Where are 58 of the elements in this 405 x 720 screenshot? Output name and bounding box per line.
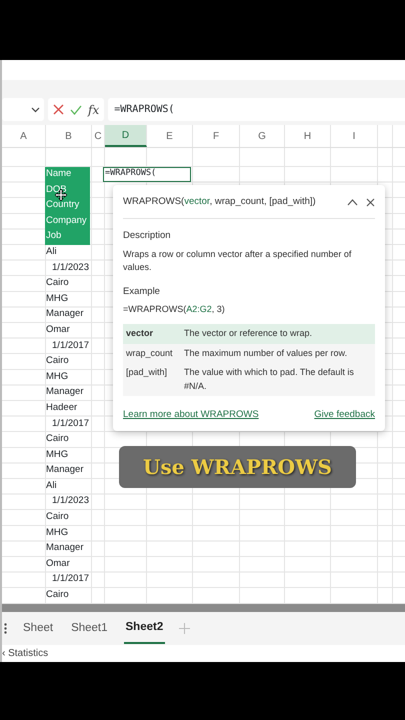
column-header[interactable]: I xyxy=(331,125,378,147)
example-formula: =WRAPROWS(A2:G2, 3) xyxy=(123,302,226,316)
function-signature: WRAPROWS(vector, wrap_count, [pad_with]) xyxy=(123,195,317,209)
sheet-tab[interactable]: Sheet1 xyxy=(69,614,110,644)
more-icon[interactable] xyxy=(4,623,7,634)
column-header[interactable]: E xyxy=(147,125,193,147)
column-header[interactable]: G xyxy=(240,125,285,147)
table-cell-text: 1/1/2023 xyxy=(51,260,90,275)
collapse-icon[interactable] xyxy=(347,198,358,206)
close-icon[interactable] xyxy=(366,198,375,207)
table-cell-text: Omar xyxy=(45,322,71,337)
column-header[interactable]: A xyxy=(2,125,46,147)
table-cell-text: Cairo xyxy=(45,510,70,524)
table-cell-text: 1/1/2017 xyxy=(51,572,90,586)
argument-row: [pad_with] The value with which to pad. The default is #N/A. xyxy=(123,363,375,396)
insert-function-button[interactable]: fx xyxy=(88,100,100,118)
cancel-icon[interactable] xyxy=(53,104,64,115)
sheet-tab[interactable]: Sheet xyxy=(21,614,56,644)
argument-row: vector The vector or reference to wrap. xyxy=(123,324,375,344)
active-cell[interactable]: =WRAPROWS( xyxy=(103,167,191,182)
table-cell-text: MHG xyxy=(45,526,70,540)
column-header[interactable]: H xyxy=(285,125,331,147)
section-heading: Example xyxy=(123,284,161,298)
table-cell-text: Hadeer xyxy=(45,400,78,415)
table-cell-text: MHG xyxy=(45,292,70,306)
link[interactable]: Learn more about WRAPROWS xyxy=(123,408,259,422)
description-text: Wraps a row or column vector after a specified number of values. xyxy=(123,248,352,274)
column-header[interactable]: B xyxy=(46,125,92,147)
table-cell-text: Manager xyxy=(45,541,84,556)
table-cell-text: 1/1/2017 xyxy=(51,416,90,430)
checkmark-icon[interactable] xyxy=(70,104,82,114)
table-cell-text: Manager xyxy=(45,463,84,478)
table-cell-text: Cairo xyxy=(45,432,70,446)
table-cell-text: Manager xyxy=(45,307,84,322)
table-cell-text: Ali xyxy=(45,244,58,259)
column-header[interactable]: D xyxy=(105,125,147,147)
formula-field[interactable]: =WRAPROWS( xyxy=(108,98,405,121)
table-cell-text: 1/1/2017 xyxy=(51,338,90,353)
table-cell-text: Cairo xyxy=(45,354,70,368)
table-cell-text: Cairo xyxy=(45,276,70,290)
table-cell: Country xyxy=(45,198,90,214)
table-cell: Job xyxy=(45,229,90,245)
table-cell-text: Manager xyxy=(45,385,84,400)
scroll-bar[interactable] xyxy=(2,604,405,612)
caption-banner: Use WRAPROWS xyxy=(119,446,356,488)
table-cell-text: Cairo xyxy=(45,588,70,602)
table-cell-text: MHG xyxy=(45,448,70,462)
argument-row: wrap_count The maximum number of values per row. xyxy=(123,344,375,364)
column-header[interactable]: F xyxy=(193,125,240,147)
chevron-down-icon[interactable] xyxy=(31,106,40,112)
table-cell: Name xyxy=(45,167,90,183)
table-cell-text: Omar xyxy=(45,556,71,571)
section-heading: Description xyxy=(123,229,172,244)
table-cell-text: MHG xyxy=(45,370,70,384)
table-cell: Company xyxy=(45,214,90,230)
table-cell-text: 1/1/2023 xyxy=(51,494,90,508)
link[interactable]: Give feedback xyxy=(314,408,375,422)
table-cell-text: Ali xyxy=(45,478,58,493)
